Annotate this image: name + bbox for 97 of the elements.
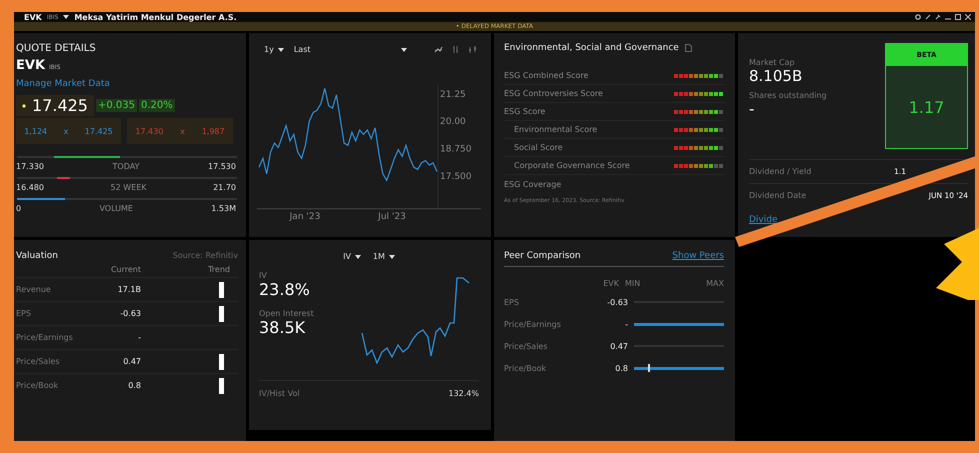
caret-icon[interactable] — [388, 254, 395, 258]
low-value: 16.480 — [16, 183, 44, 192]
open-interest-value: 38.5K — [259, 318, 306, 337]
score-label: ESG Combined Score — [504, 71, 588, 80]
separator-mark: x — [64, 126, 68, 136]
maximize-icon[interactable] — [955, 14, 961, 20]
stat-label: 52 WEEK — [110, 183, 147, 192]
bar-chart-icon[interactable] — [451, 45, 460, 54]
table-cell: -0.63 — [91, 301, 141, 325]
axis-label: 20.00 — [440, 117, 466, 128]
row-label: Price/Book — [504, 364, 548, 372]
line-chart-icon[interactable] — [434, 45, 443, 54]
score-label: ESG Score — [504, 107, 546, 116]
field-label: IV — [259, 271, 268, 280]
bid-size: 1,124 — [24, 126, 48, 136]
row-label: EPS — [504, 298, 520, 306]
field-label: Market Cap — [749, 58, 796, 67]
caret-icon[interactable] — [278, 48, 284, 52]
table-cell-text: - — [624, 320, 629, 328]
panel-title: Peer Comparison — [504, 251, 581, 261]
period-dropdown[interactable]: 1y — [264, 45, 274, 54]
field-label: Dividend / Yield — [749, 167, 812, 176]
document-icon[interactable] — [684, 44, 692, 52]
field-label: Dividend Date — [749, 191, 806, 200]
row-label: Price/Earnings — [504, 320, 562, 328]
axis-label: Jan '23 — [290, 212, 320, 222]
panel-title: QUOTE DETAILS — [16, 43, 97, 54]
coverage-label: ESG Coverage — [504, 180, 562, 189]
separator-mark: x — [180, 126, 185, 136]
bid-price: 17.425 — [84, 126, 113, 136]
score-label: Environmental Score — [513, 125, 598, 134]
dividend-link[interactable]: Divide — [749, 215, 778, 225]
period-dropdown[interactable]: 1M — [372, 252, 385, 261]
table-cell: - — [91, 325, 141, 349]
panel-title: Environmental, Social and Governance — [504, 43, 679, 53]
field-label: IV/Hist Vol — [259, 389, 300, 398]
row-label: Price/Earnings — [16, 325, 91, 349]
table-cell-text: 0.47 — [609, 342, 629, 350]
column-header: MAX — [706, 279, 724, 290]
manage-data-link[interactable]: Manage Market Data — [16, 79, 236, 89]
table-cell-text: 0.8 — [614, 364, 629, 372]
row-label: Revenue — [16, 277, 91, 301]
settings-icon[interactable] — [915, 14, 921, 20]
ask-price: 17.430 — [135, 126, 164, 136]
percent-change: 0.20% — [139, 99, 175, 112]
row-label: EPS — [16, 301, 91, 325]
field-label: Shares outstanding — [749, 91, 828, 100]
annotation-arrow — [936, 228, 979, 300]
last-price: 17.425 — [16, 95, 94, 116]
low-value: 17.330 — [16, 162, 44, 171]
axis-label: 18.750 — [440, 144, 472, 155]
field-label: Open Interest — [259, 309, 315, 318]
source-label: Source: Refinitiv — [172, 251, 238, 261]
score-label: ESG Controversies Score — [504, 89, 603, 98]
close-icon[interactable] — [965, 14, 971, 20]
ticker-symbol: EVK — [16, 58, 46, 73]
score-label: Social Score — [513, 143, 563, 152]
ratio-value: 132.4% — [448, 389, 479, 398]
high-value: 21.70 — [213, 183, 236, 192]
link-icon[interactable] — [925, 14, 931, 20]
iv-value: 23.8% — [259, 280, 311, 299]
low-value: 0 — [16, 204, 22, 213]
caret-icon[interactable] — [354, 254, 361, 258]
dot-icon — [22, 104, 26, 108]
ask-size: 1,987 — [202, 126, 225, 136]
column-header: Trend — [207, 264, 231, 276]
candlestick-icon[interactable] — [468, 45, 477, 54]
table-cell-text: -0.63 — [606, 298, 629, 306]
pin-icon[interactable] — [935, 14, 941, 20]
row-label: Price/Sales — [504, 342, 549, 350]
column-header: MIN — [625, 279, 640, 290]
measure-dropdown[interactable]: IV — [343, 252, 351, 261]
high-value: 17.530 — [208, 162, 236, 171]
panel-title: Valuation — [16, 251, 58, 261]
beta-value: 1.17 — [908, 96, 946, 118]
table-cell: 0.47 — [91, 349, 141, 373]
shares-value: - — [749, 100, 756, 118]
market-cap-value: 8.105B — [749, 67, 804, 85]
column-header: EVK — [602, 279, 619, 290]
company-name: Meksa Yatirim Menkul Degerler A.S. — [74, 12, 237, 22]
field-dropdown[interactable]: Last — [294, 45, 310, 54]
column-header: Current — [110, 264, 141, 276]
row-label: Price/Book — [16, 373, 91, 397]
row-label: Price/Sales — [16, 349, 91, 373]
axis-label: 21.25 — [440, 90, 466, 100]
high-value: 1.53M — [211, 204, 236, 213]
table-cell: 0.8 — [91, 373, 141, 397]
caret-icon[interactable] — [400, 48, 406, 52]
stat-label: VOLUME — [99, 204, 133, 213]
show-peers-link[interactable]: Show Peers — [672, 251, 724, 261]
axis-label: 17.500 — [440, 172, 472, 182]
ticker-symbol[interactable]: EVK — [24, 12, 42, 22]
table-cell: 17.1B — [91, 277, 141, 301]
price-change: +0.035 — [96, 99, 137, 112]
axis-label: Jul '23 — [378, 212, 406, 222]
stat-label: TODAY — [112, 162, 140, 171]
score-label: Corporate Governance Score — [513, 161, 630, 170]
